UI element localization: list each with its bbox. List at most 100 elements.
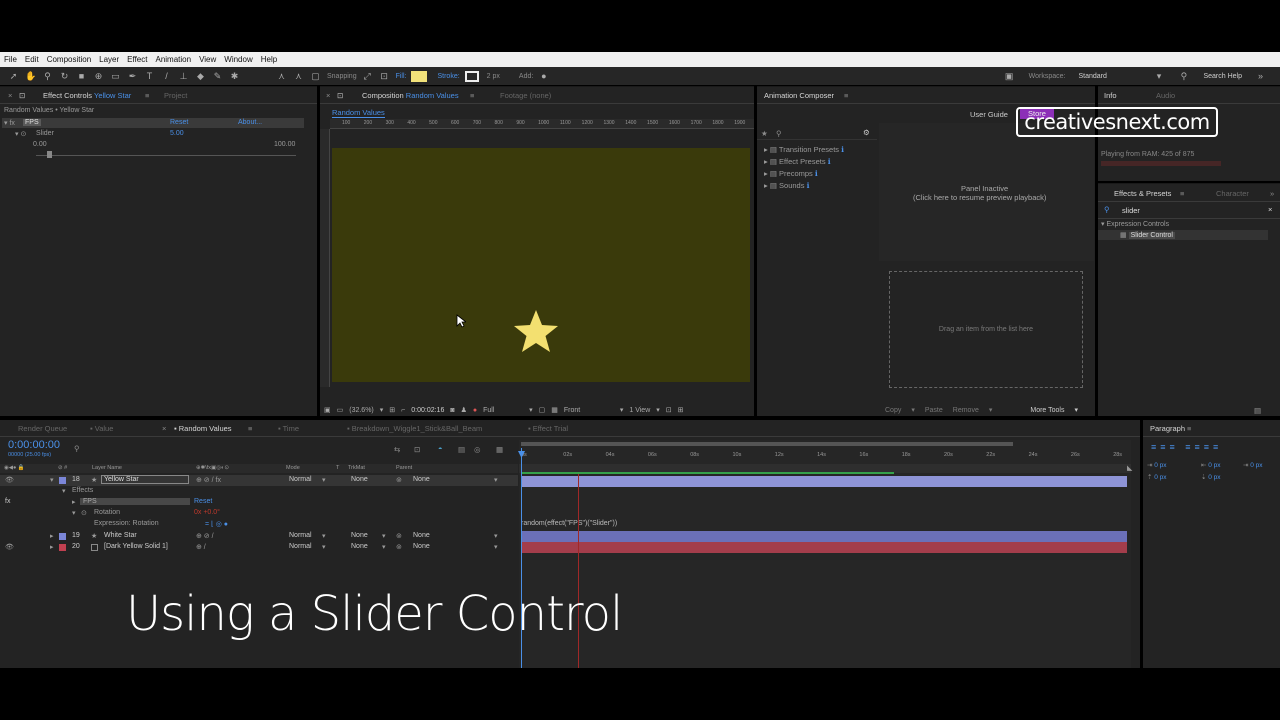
panel-menu-icon[interactable]: ≡ bbox=[470, 91, 474, 100]
chevron-down-icon[interactable]: ▾ bbox=[989, 406, 993, 414]
effect-about-link[interactable]: About... bbox=[238, 119, 262, 126]
info-icon[interactable]: ℹ bbox=[828, 157, 831, 166]
search-icon[interactable]: ⚲ bbox=[74, 444, 80, 453]
fill-label[interactable]: Fill: bbox=[396, 73, 407, 80]
category-expression-controls[interactable]: ▾ Expression Controls bbox=[1101, 220, 1169, 228]
slider-track[interactable] bbox=[36, 155, 296, 156]
rotation-value[interactable]: 0x +0.0° bbox=[194, 509, 220, 516]
chevron-down-icon[interactable]: ▾ bbox=[380, 406, 384, 414]
indent-first-field[interactable]: ⇥ 0 px bbox=[1243, 461, 1263, 469]
rotation-property-row[interactable]: ▾ ⊙ Rotation 0x +0.0° bbox=[0, 508, 518, 519]
timeline-timecode[interactable]: 0:00:00:00 bbox=[8, 439, 60, 451]
list-item[interactable]: ▸ ▤ Precomps ℹ bbox=[764, 169, 818, 178]
space-before-field[interactable]: ⇡ 0 px bbox=[1147, 473, 1167, 481]
hand-tool-icon[interactable]: ✋ bbox=[25, 71, 36, 81]
work-area-bar[interactable] bbox=[521, 442, 1013, 446]
menu-help[interactable]: Help bbox=[261, 55, 277, 64]
panel-menu-icon[interactable]: ≡ bbox=[248, 424, 252, 433]
menu-edit[interactable]: Edit bbox=[25, 55, 39, 64]
roi-icon[interactable]: ▢ bbox=[539, 406, 546, 414]
copy-button[interactable]: Copy bbox=[885, 407, 901, 414]
panel-menu-icon[interactable]: ≡ bbox=[1180, 189, 1184, 198]
layer-row[interactable]: 👁 ▸ 20 [Dark Yellow Solid 1] ⊕ / Normal … bbox=[0, 542, 518, 553]
workspace-dropdown[interactable]: Standard bbox=[1078, 73, 1140, 80]
draft-3d-icon[interactable]: ⊡ bbox=[414, 445, 420, 454]
info-icon[interactable]: ℹ bbox=[841, 145, 844, 154]
tab-effect-trial[interactable]: ▪ Effect Trial bbox=[528, 424, 568, 433]
chevron-down-icon[interactable]: ▾ bbox=[494, 476, 498, 484]
frame-blending-icon[interactable]: ▤ bbox=[458, 445, 465, 454]
label-color-swatch[interactable] bbox=[59, 477, 66, 484]
graph-editor-icon[interactable]: ▦ bbox=[496, 445, 503, 454]
star-favorite-icon[interactable]: ★ bbox=[761, 129, 768, 138]
add-label[interactable]: Add: bbox=[519, 73, 533, 80]
pen-tool-icon[interactable]: ✒ bbox=[127, 71, 138, 81]
lock-icon[interactable]: ⊡ bbox=[337, 91, 343, 100]
effect-reset-link[interactable]: Reset bbox=[170, 119, 188, 126]
zoom-tool-icon[interactable]: ⚲ bbox=[42, 71, 53, 81]
slider-thumb[interactable] bbox=[47, 151, 52, 158]
layer-switches-icon[interactable]: ⊕ ⊘ / fx bbox=[196, 476, 221, 484]
indent-left-field[interactable]: ⇥ 0 px bbox=[1147, 461, 1167, 469]
region-icon[interactable]: ⌐ bbox=[401, 407, 405, 414]
col-t[interactable]: T bbox=[336, 465, 339, 471]
fill-swatch[interactable] bbox=[411, 70, 428, 82]
twirl-right-icon[interactable]: ▸ bbox=[50, 532, 54, 540]
pan-behind-tool-icon[interactable]: ⊕ bbox=[93, 71, 104, 81]
roto-brush-tool-icon[interactable]: ✎ bbox=[212, 71, 223, 81]
panel-menu-icon[interactable]: ≡ bbox=[844, 91, 848, 100]
twirl-right-icon[interactable]: ▸ bbox=[72, 498, 76, 506]
tab-character[interactable]: Character bbox=[1216, 189, 1249, 198]
type-tool-icon[interactable]: T bbox=[144, 71, 155, 81]
menu-window[interactable]: Window bbox=[224, 55, 252, 64]
expression-controls-icon[interactable]: = ⌊ ◎ ● bbox=[205, 520, 228, 528]
twirl-right-icon[interactable]: ▸ bbox=[50, 543, 54, 551]
axis-view-icon[interactable]: ▢ bbox=[310, 71, 321, 81]
chevron-down-icon[interactable]: ▾ bbox=[382, 543, 386, 551]
label-color-swatch[interactable] bbox=[59, 544, 66, 551]
layer-switches-icon[interactable]: ⊕ ⊘ / bbox=[196, 532, 214, 540]
menu-animation[interactable]: Animation bbox=[155, 55, 191, 64]
list-item[interactable]: ▸ ▤ Effect Presets ℹ bbox=[764, 157, 831, 166]
snapshot-icon[interactable]: ◙ bbox=[450, 407, 454, 414]
effects-group-row[interactable]: ▾ Effects bbox=[0, 486, 518, 497]
views-dropdown[interactable]: 1 View bbox=[629, 407, 650, 414]
tab-audio[interactable]: Audio bbox=[1156, 91, 1175, 100]
motion-blur-icon[interactable]: ◎ bbox=[474, 445, 481, 454]
layer-trkmat-dropdown[interactable]: None bbox=[351, 532, 368, 539]
more-icon[interactable]: » bbox=[1255, 71, 1266, 81]
fast-preview-icon[interactable]: ⊞ bbox=[678, 406, 684, 414]
layer-parent-dropdown[interactable]: None bbox=[413, 543, 430, 550]
chevron-down-icon[interactable]: ▾ bbox=[656, 406, 660, 414]
stroke-swatch[interactable] bbox=[464, 70, 479, 82]
more-icon[interactable]: » bbox=[1270, 189, 1274, 198]
layer-parent-dropdown[interactable]: None bbox=[413, 476, 430, 483]
comp-subtab[interactable]: Random Values bbox=[332, 108, 385, 118]
layer-name[interactable]: White Star bbox=[104, 532, 137, 539]
col-layer-name[interactable]: Layer Name bbox=[92, 465, 122, 471]
layer-trkmat-dropdown[interactable]: None bbox=[351, 476, 368, 483]
chevron-down-icon[interactable]: ▾ bbox=[322, 532, 326, 540]
pickwhip-icon[interactable]: ⊚ bbox=[396, 532, 402, 540]
twirl-down-icon[interactable]: ▾ bbox=[72, 509, 76, 517]
add-property-icon[interactable]: ● bbox=[538, 71, 549, 81]
stroke-width-value[interactable]: 2 px bbox=[487, 73, 500, 80]
drop-zone[interactable]: Drag an item from the list here bbox=[889, 271, 1083, 388]
camera-tool-icon[interactable]: ■ bbox=[76, 71, 87, 81]
chevron-down-icon[interactable]: ▾ bbox=[494, 532, 498, 540]
close-icon[interactable]: × bbox=[326, 91, 330, 100]
tab-project[interactable]: Project bbox=[164, 91, 187, 100]
layer-parent-dropdown[interactable]: None bbox=[413, 532, 430, 539]
chevron-down-icon[interactable]: ▾ bbox=[494, 543, 498, 551]
col-mode[interactable]: Mode bbox=[286, 465, 300, 471]
chevron-down-icon[interactable]: ▾ bbox=[620, 406, 624, 414]
align-left-icon[interactable]: ≡≡≡ ≡≡≡≡ bbox=[1151, 442, 1222, 452]
channel-icon[interactable]: ● bbox=[473, 407, 477, 414]
layer-name[interactable]: [Dark Yellow Solid 1] bbox=[104, 543, 168, 550]
tab-effects-presets[interactable]: Effects & Presets bbox=[1114, 189, 1171, 198]
tab-effect-controls[interactable]: Effect Controls Yellow Star bbox=[43, 91, 131, 100]
tab-value[interactable]: ▪ Value bbox=[90, 424, 113, 433]
chevron-down-icon[interactable]: ▾ bbox=[1074, 406, 1078, 414]
layer-trkmat-dropdown[interactable]: None bbox=[351, 543, 368, 550]
effect-result-item[interactable]: ▦ Slider Control bbox=[1120, 231, 1175, 239]
